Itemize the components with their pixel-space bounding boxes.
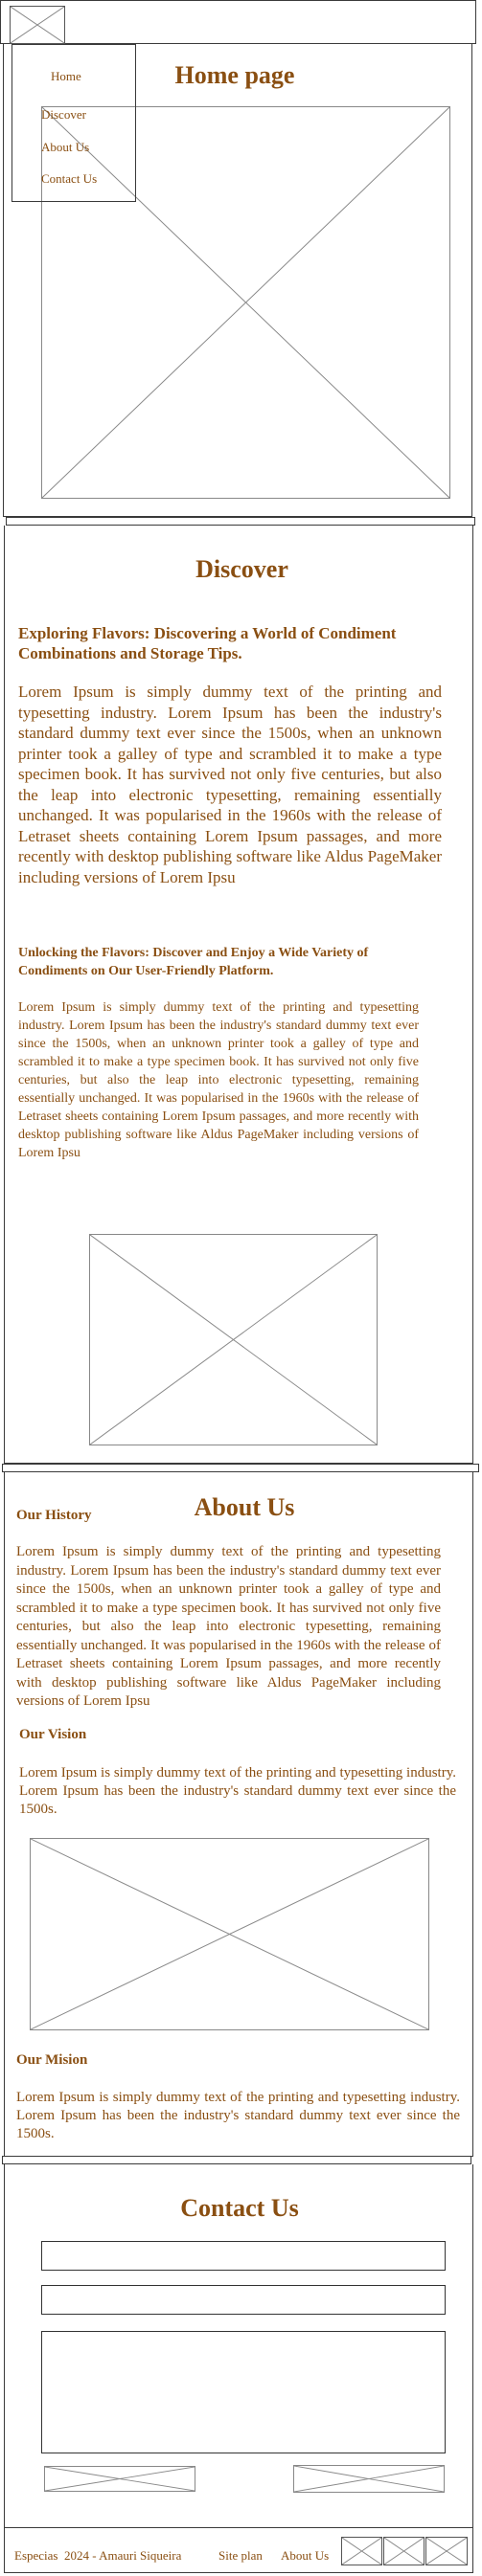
vision-paragraph: Lorem Ipsum is simply dummy text of the … [19,1765,456,1817]
about-image-placeholder [30,1838,429,2030]
nav-item-about[interactable]: About Us [41,140,89,155]
footer-link-about[interactable]: About Us [281,2548,329,2564]
discover-paragraph-2: Lorem Ipsum is simply dummy text of the … [18,1000,419,1160]
discover-subtitle-2: Unlocking the Flavors: Discover and Enjo… [18,946,369,978]
logo-placeholder[interactable] [10,6,65,44]
nav-item-discover[interactable]: Discover [41,107,86,123]
social-icon-1[interactable] [341,2537,382,2565]
section-divider [6,517,475,526]
discover-paragraph-1: Lorem Ipsum is simply dummy text of the … [18,683,442,886]
section-divider [2,2156,471,2164]
social-icon-2[interactable] [383,2537,425,2565]
nav-item-contact[interactable]: Contact Us [41,171,97,187]
vision-title: Our Vision [19,1727,87,1742]
discover-image-placeholder [89,1234,378,1445]
about-title: About Us [194,1493,295,1521]
nav-item-home[interactable]: Home [51,69,81,84]
section-divider [2,1464,479,1472]
clear-button[interactable] [293,2465,445,2493]
name-input[interactable] [41,2241,446,2271]
social-icon-3[interactable] [425,2537,468,2565]
email-input[interactable] [41,2285,446,2315]
mision-paragraph: Lorem Ipsum is simply dummy text of the … [16,2090,460,2141]
discover-subtitle-1: Exploring Flavors: Discovering a World o… [18,624,397,662]
mision-title: Our Mision [16,2052,88,2068]
history-title: Our History [16,1508,92,1523]
footer-link-site-plan[interactable]: Site plan [218,2548,263,2564]
footer-copyright: Especias 2024 - Amauri Siqueira [14,2548,182,2563]
header-bar [0,0,476,44]
page-title: Home page [174,61,295,89]
send-button[interactable] [44,2466,195,2492]
contact-title: Contact Us [180,2194,299,2222]
discover-title: Discover [195,555,288,583]
message-textarea[interactable] [41,2331,446,2453]
history-paragraph: Lorem Ipsum is simply dummy text of the … [16,1544,441,1709]
